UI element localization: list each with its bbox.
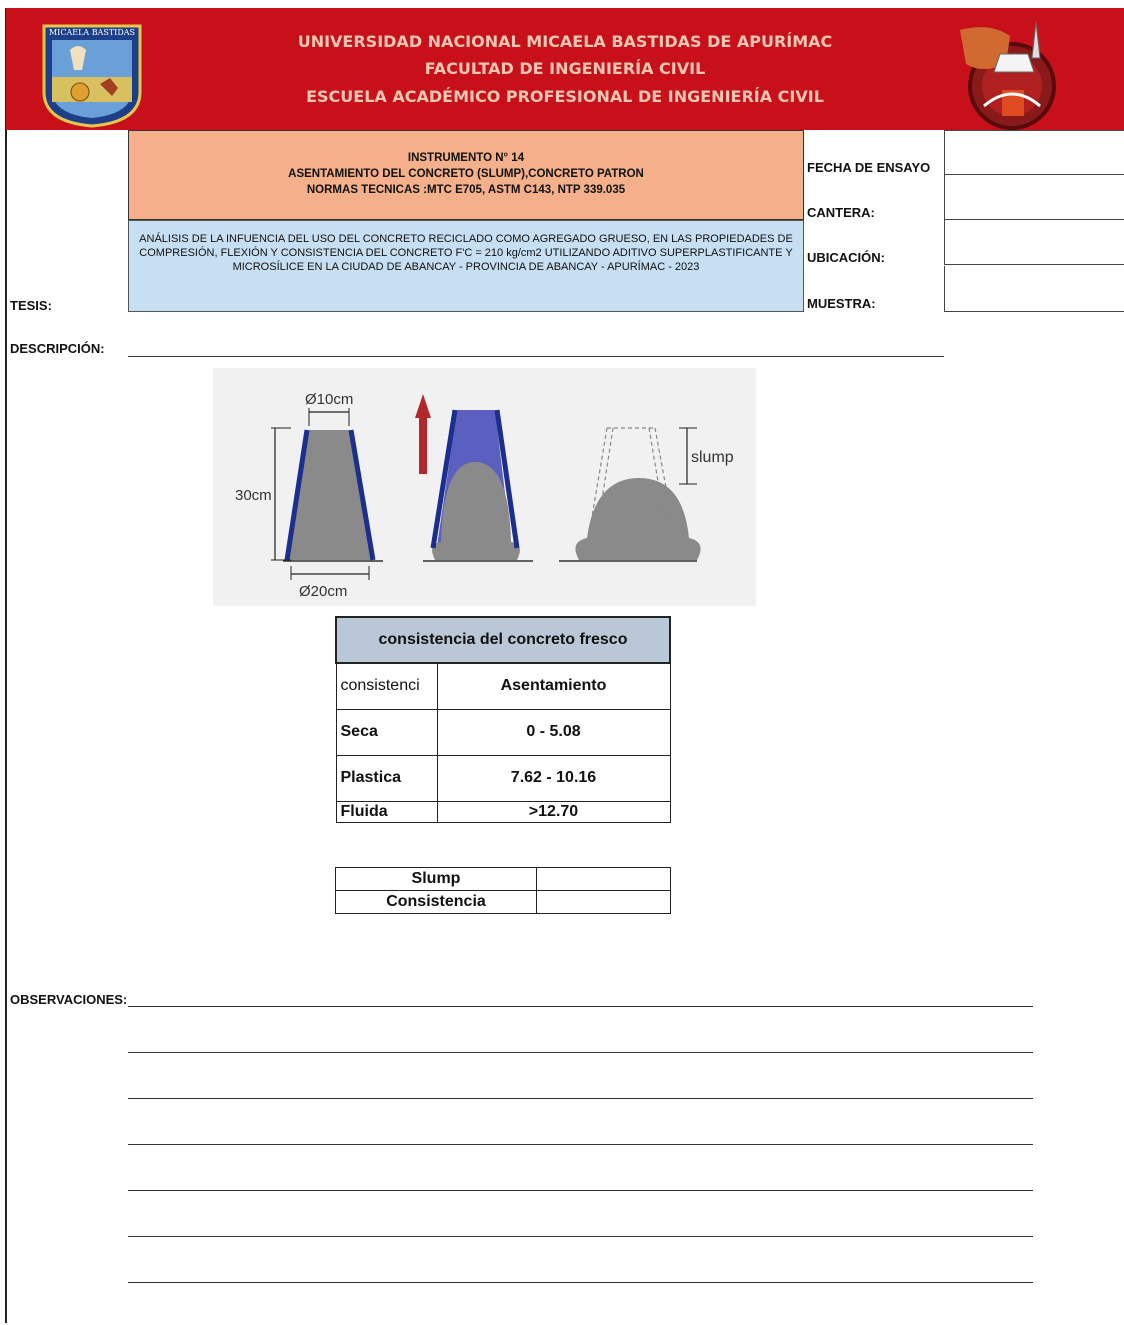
observation-line[interactable]	[128, 1236, 1033, 1237]
height-label: 30cm	[235, 487, 272, 504]
consistencia-result-cell[interactable]	[536, 890, 671, 914]
observation-line[interactable]	[128, 1098, 1033, 1099]
col-asentamiento-header: Asentamiento	[436, 662, 671, 710]
observaciones-label: OBSERVACIONES:	[10, 992, 128, 1007]
fecha-field[interactable]	[944, 130, 1124, 175]
bottom-diameter-label: Ø20cm	[299, 583, 347, 600]
row-name: Fluida	[335, 800, 438, 823]
col-consistencia-header: consistenci	[335, 662, 438, 710]
muestra-label: MUESTRA:	[807, 296, 876, 311]
header-banner: MICAELA BASTIDAS UNIVERSIDAD NACIONAL MI…	[6, 8, 1124, 130]
row-value: >12.70	[436, 800, 671, 823]
instrument-number: INSTRUMENTO N° 14	[407, 152, 525, 164]
observation-line[interactable]	[128, 1190, 1033, 1191]
row-name: Seca	[335, 708, 438, 756]
row-value: 7.62 - 10.16	[436, 754, 671, 802]
row-name: Plastica	[335, 754, 438, 802]
consistency-table: consistencia del concreto fresco consist…	[335, 616, 671, 823]
tesis-label: TESIS:	[10, 298, 52, 313]
ubicacion-field[interactable]	[944, 220, 1124, 265]
consistencia-result-label: Consistencia	[335, 890, 537, 914]
consistency-table-title: consistencia del concreto fresco	[335, 616, 671, 664]
muestra-field[interactable]	[944, 266, 1124, 312]
table-row: Fluida >12.70	[335, 800, 671, 823]
descripcion-line[interactable]	[128, 356, 944, 357]
faculty-emblem-logo	[960, 21, 1056, 130]
fecha-label: FECHA DE ENSAYO	[807, 160, 931, 175]
instrument-test-name: ASENTAMIENTO DEL CONCRETO (SLUMP),CONCRE…	[288, 168, 644, 180]
observation-line[interactable]	[128, 1052, 1033, 1053]
slump-label: slump	[691, 449, 734, 466]
table-row: Plastica 7.62 - 10.16	[335, 754, 671, 802]
slump-result-label: Slump	[335, 867, 537, 891]
slump-result-cell[interactable]	[536, 867, 671, 891]
result-table: Slump Consistencia	[335, 867, 671, 914]
row-value: 0 - 5.08	[436, 708, 671, 756]
cantera-label: CANTERA:	[807, 205, 875, 220]
cantera-field[interactable]	[944, 175, 1124, 220]
top-diameter-label: Ø10cm	[305, 391, 353, 408]
table-row: Seca 0 - 5.08	[335, 708, 671, 756]
lift-arrow-icon	[415, 394, 431, 474]
instrument-standards: NORMAS TECNICAS :MTC E705, ASTM C143, NT…	[306, 184, 626, 196]
observation-line[interactable]	[128, 1144, 1033, 1145]
slump-cone-diagram: Ø10cm 30cm Ø20cm slump	[213, 368, 756, 606]
thesis-title-box: ANÁLISIS DE LA INFUENCIA DEL USO DEL CON…	[128, 220, 804, 312]
ubicacion-label: UBICACIÓN:	[807, 250, 885, 265]
descripcion-label: DESCRIPCIÓN:	[10, 341, 105, 356]
instrument-title-box: INSTRUMENTO N° 14 ASENTAMIENTO DEL CONCR…	[128, 130, 804, 220]
observation-line[interactable]	[128, 1282, 1033, 1283]
observation-line[interactable]	[128, 1006, 1033, 1007]
